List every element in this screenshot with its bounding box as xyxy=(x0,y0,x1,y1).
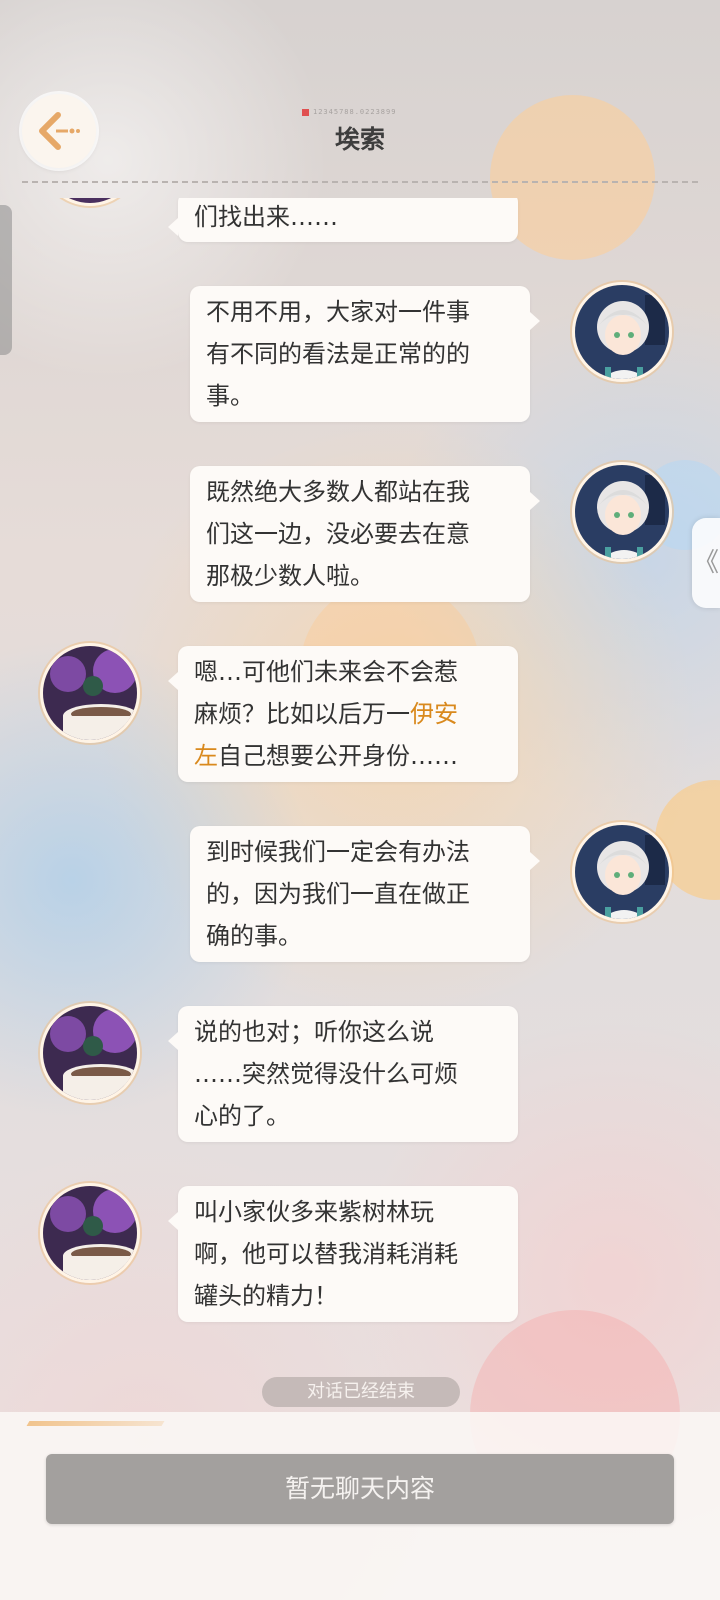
footer: 暂无聊天内容 xyxy=(0,1412,720,1600)
conversation-ended-badge: 对话已经结束 xyxy=(262,1377,460,1407)
chat-list[interactable]: 们找出来…… 不用不用，大家对一件事 有不同的看法是正常的的 事。 既然绝大多数… xyxy=(0,198,720,1408)
message-bubble: 叫小家伙多来紫树林玩 啊，他可以替我消耗消耗 罐头的精力！ xyxy=(168,1186,518,1322)
avatar-boy[interactable] xyxy=(572,822,672,922)
message-bubble: 们找出来…… xyxy=(168,198,518,242)
message-bubble: 既然绝大多数人都站在我 们这一边，没必要去在意 那极少数人啦。 xyxy=(190,466,540,602)
highlighted-name[interactable]: 左 xyxy=(194,742,218,770)
message-bubble: 嗯…可他们未来会不会惹 麻烦？比如以后万一伊安 左自己想要公开身份…… xyxy=(168,646,518,782)
message-bubble: 说的也对；听你这么说 ……突然觉得没什么可烦 心的了。 xyxy=(168,1006,518,1142)
avatar-lilac[interactable] xyxy=(40,198,140,206)
footer-decoration xyxy=(26,1421,165,1426)
avatar-lilac[interactable] xyxy=(40,643,140,743)
header-divider xyxy=(22,181,698,183)
header: 12345788.0223899 埃索 xyxy=(0,0,720,190)
message-bubble: 不用不用，大家对一件事 有不同的看法是正常的的 事。 xyxy=(190,286,540,422)
device-id: 12345788.0223899 xyxy=(302,106,396,118)
avatar-lilac[interactable] xyxy=(40,1183,140,1283)
no-chat-content-button[interactable]: 暂无聊天内容 xyxy=(46,1454,674,1524)
message-bubble: 到时候我们一定会有办法 的，因为我们一直在做正 确的事。 xyxy=(190,826,540,962)
avatar-lilac[interactable] xyxy=(40,1003,140,1103)
avatar-boy[interactable] xyxy=(572,282,672,382)
page-title: 埃索 xyxy=(334,125,385,154)
highlighted-name[interactable]: 伊安 xyxy=(410,700,458,728)
avatar-boy[interactable] xyxy=(572,462,672,562)
